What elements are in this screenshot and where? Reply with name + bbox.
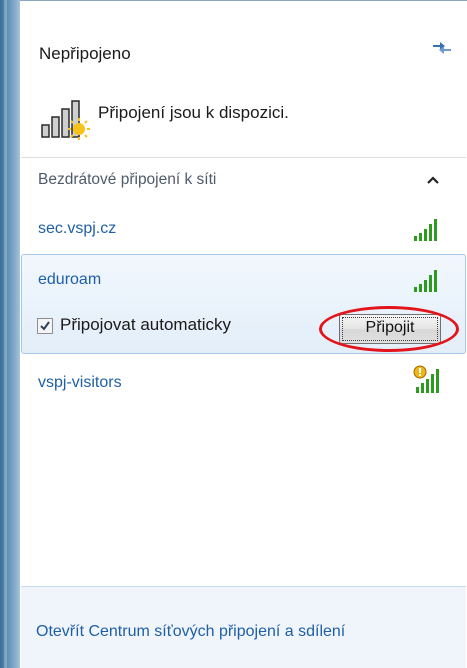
auto-connect-label: Připojovat automaticky [60,315,232,334]
divider [21,157,466,158]
connection-status-title: Nepřipojeno [39,44,131,63]
network-available-icon [41,100,90,140]
window-frame-left [0,0,20,668]
checkmark-icon [40,321,50,331]
signal-bars-warning-icon [413,365,439,393]
window-frame-shine [4,0,7,668]
auto-connect-checkbox[interactable] [37,318,53,334]
refresh-arrows-icon[interactable] [430,36,454,56]
chevron-up-icon[interactable] [427,175,439,185]
connections-available-message: Připojení jsou k dispozici. [98,103,289,122]
network-item-vspj-visitors[interactable]: vspj-visitors [21,362,466,402]
annotation-circle [319,306,459,352]
network-name: eduroam [38,271,102,288]
signal-bars-icon [414,219,437,241]
open-network-center-link[interactable]: Otevřít Centrum síťových připojení a sdí… [36,623,345,641]
signal-bars-icon [414,270,437,292]
panel-top-border [20,0,467,1]
network-name: sec.vspj.cz [38,220,117,237]
wireless-section-header[interactable]: Bezdrátové připojení k síti [38,171,216,189]
network-name: vspj-visitors [38,374,122,391]
network-item-sec-vspj[interactable]: sec.vspj.cz [21,212,466,252]
